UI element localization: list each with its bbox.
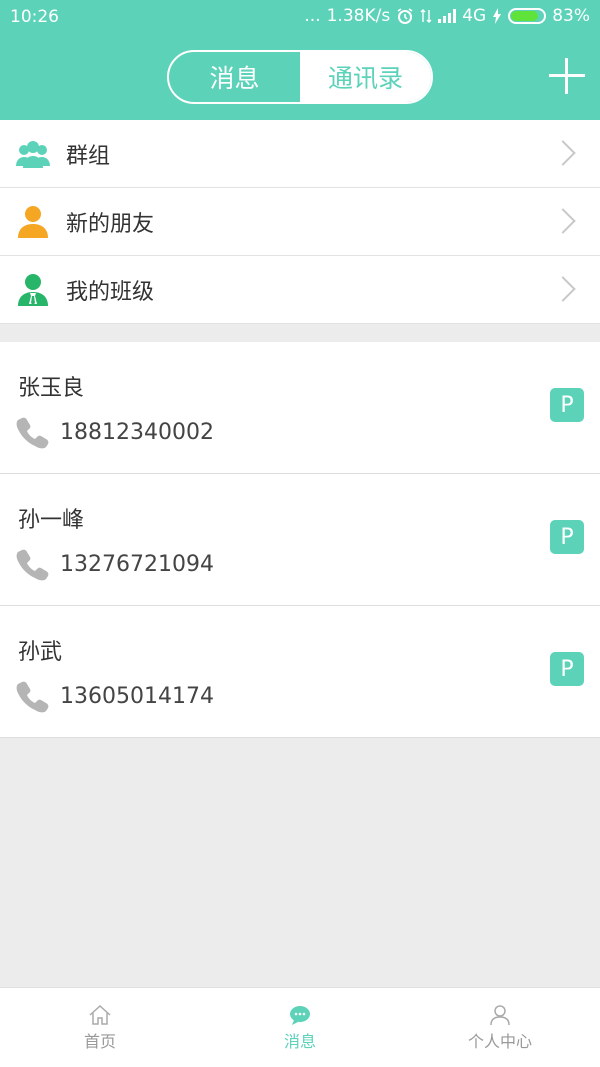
nav-label-profile: 个人中心	[467, 1031, 532, 1051]
phone-icon	[16, 681, 49, 713]
tab-messages[interactable]: 消息	[169, 52, 300, 102]
nav-messages[interactable]: 消息	[200, 988, 400, 1067]
battery-level: 83%	[552, 6, 590, 26]
contact-list: 张玉良 18812340002 P 孙一峰 13276721094 P 孙武 1…	[0, 342, 600, 738]
signal-icon	[438, 9, 457, 23]
menu-list: 群组 新的朋友 我的班级	[0, 120, 600, 324]
battery-icon	[508, 8, 547, 24]
menu-label-groups: 群组	[66, 143, 111, 169]
message-icon	[290, 1005, 310, 1025]
menu-label-my-class: 我的班级	[66, 279, 155, 305]
contact-item[interactable]: 张玉良 18812340002 P	[0, 342, 600, 474]
chevron-right-icon	[550, 208, 576, 234]
data-arrows-icon	[420, 9, 432, 23]
top-bar: 10:26 ... 1.38K/s 4G 83% 消息 通讯录	[0, 0, 600, 120]
menu-item-new-friends[interactable]: 新的朋友	[0, 188, 600, 256]
plus-icon[interactable]	[549, 58, 585, 94]
nav-profile[interactable]: 个人中心	[400, 988, 600, 1067]
contact-name: 孙一峰	[18, 508, 85, 533]
chevron-right-icon	[550, 140, 576, 166]
tab-contacts[interactable]: 通讯录	[300, 52, 431, 102]
status-right: ... 1.38K/s 4G 83%	[304, 6, 590, 26]
network-type: 4G	[462, 6, 487, 26]
chevron-right-icon	[550, 276, 576, 302]
group-icon	[16, 141, 50, 168]
header-tab-switch: 消息 通讯录	[167, 50, 433, 104]
phone-icon	[16, 549, 49, 581]
contact-item[interactable]: 孙一峰 13276721094 P	[0, 474, 600, 606]
contact-phone: 18812340002	[60, 420, 214, 445]
parent-badge: P	[550, 652, 584, 686]
phone-icon	[16, 417, 49, 449]
nav-label-messages: 消息	[283, 1031, 316, 1051]
home-icon	[89, 1004, 111, 1025]
status-bar: 10:26 ... 1.38K/s 4G 83%	[0, 0, 600, 34]
contact-phone: 13605014174	[60, 684, 214, 709]
alarm-icon	[397, 8, 413, 24]
menu-label-new-friends: 新的朋友	[66, 211, 155, 237]
my-class-icon	[18, 274, 48, 306]
nav-home[interactable]: 首页	[0, 988, 200, 1067]
parent-badge: P	[550, 388, 584, 422]
menu-item-my-class[interactable]: 我的班级	[0, 256, 600, 324]
contact-item[interactable]: 孙武 13605014174 P	[0, 606, 600, 738]
network-speed: 1.38K/s	[326, 6, 391, 26]
contact-name: 孙武	[18, 640, 63, 665]
contact-name: 张玉良	[18, 376, 85, 401]
person-icon	[490, 1004, 510, 1025]
parent-badge: P	[550, 520, 584, 554]
status-dots: ...	[304, 6, 321, 26]
charging-icon	[493, 8, 502, 24]
status-time: 10:26	[10, 7, 59, 27]
menu-item-groups[interactable]: 群组	[0, 120, 600, 188]
nav-label-home: 首页	[83, 1031, 116, 1051]
new-friend-icon	[18, 206, 48, 238]
contact-phone: 13276721094	[60, 552, 214, 577]
bottom-nav: 首页 消息 个人中心	[0, 987, 600, 1067]
